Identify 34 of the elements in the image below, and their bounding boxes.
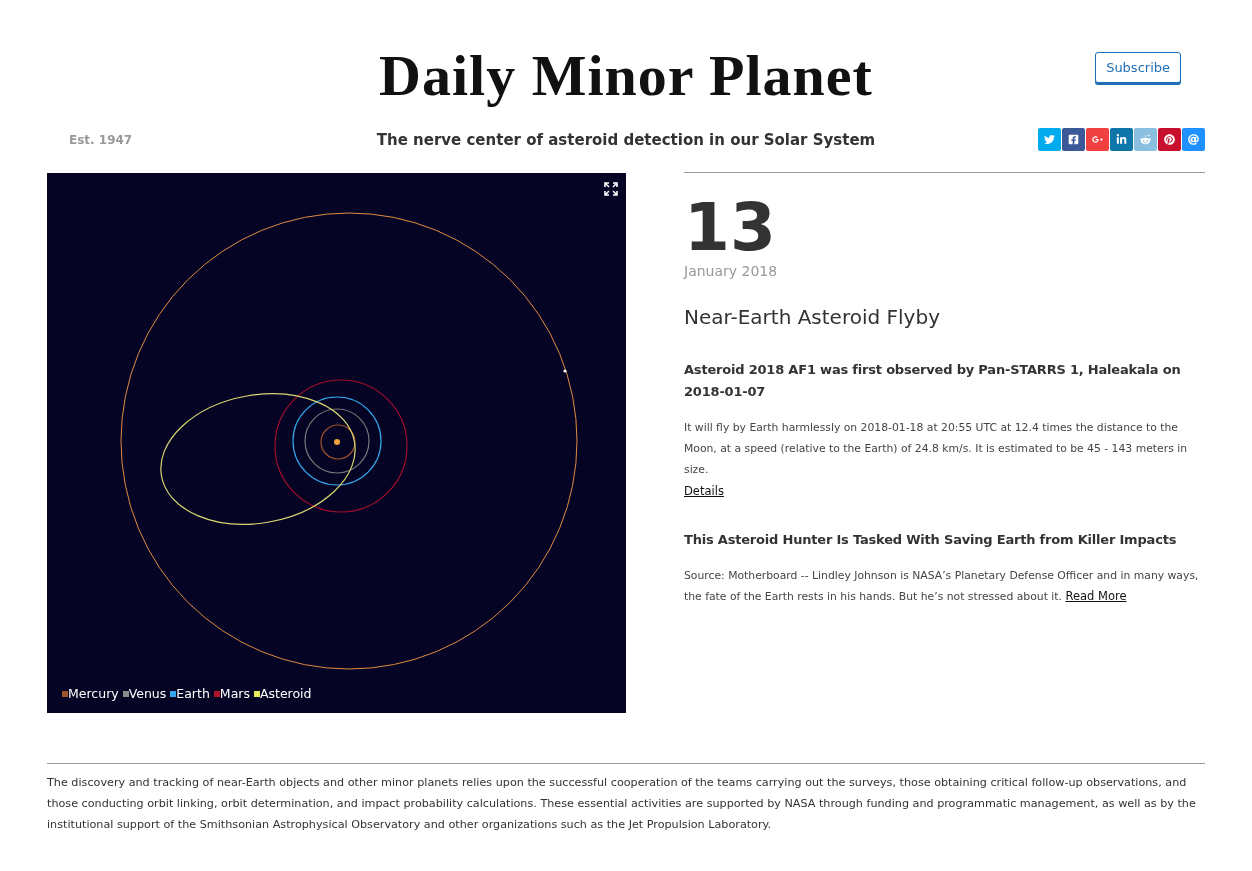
established-text: Est. 1947 [68,132,133,147]
share-button[interactable] [1182,128,1205,151]
date-month: January 2018 [684,263,779,279]
fullscreen-icon[interactable] [604,182,618,196]
date-day: 13 [684,193,1205,263]
article-headline: Asteroid 2018 AF1 was first observed by Pan-STARRS 1, Haleakala on 2018-01-07 [684,361,1182,401]
tagline: The nerve center of asteroid detection in our Solar System [376,130,876,149]
share-button[interactable] [1110,128,1133,151]
article-text: It will fly by Earth harmlessly on 2018-01-18 at 20:55 UTC at 12.4 times the distance to the Moon, at a speed (relative to the Earth) of 24.8 km/s. It is estimated to be 45 - 143 meters in size. [684,420,1189,478]
legend-label: Mercury [68,686,119,701]
details-link[interactable]: Details [684,484,724,498]
share-button[interactable] [1086,128,1109,151]
legend-label: Mars [219,686,250,701]
site-title: Daily Minor Planet [379,42,873,110]
at-sign-icon [1188,134,1199,145]
legend-label: Earth [176,686,210,701]
subscribe-button[interactable]: Subscribe [1095,51,1181,83]
letter-in-icon [1116,134,1127,145]
bird-icon [1044,134,1055,145]
legend-label: Asteroid [259,686,312,701]
read-more-link[interactable]: Read More [1065,589,1127,603]
share-button[interactable] [1158,128,1181,151]
article-headline: This Asteroid Hunter Is Tasked With Saving Earth from Killer Impacts [684,531,1178,549]
legend-label: Venus [128,686,167,701]
letter-p-icon [1164,134,1175,145]
sun-dot [334,439,340,445]
g-plus-icon [1092,134,1103,145]
letter-f-icon [1068,134,1079,145]
footer-text: The discovery and tracking of near-Earth objects and other minor planets relies upon the successful cooperation of the teams carrying out the surveys, those obtaining critical follow-up observations, and those conducting orbit linking, orbit determination, and impact probability calculations. These essential activities are supported by NASA through funding and programmatic management, as well as by the institutional support of the Smithsonian Astrophysical Observatory and other organizations such as the Jet Propulsion Laboratory. [47,775,1197,833]
planet-dot [563,369,567,373]
alien-icon [1140,134,1151,145]
section-title: Near-Earth Asteroid Flyby [684,305,941,329]
article-text: Source: Motherboard -- Lindley Johnson is NASA’s Planetary Defense Officer and in many ways, the fate of the Earth rests in his hands. But he’s not stressed about it. Read More [684,568,1200,605]
share-button[interactable] [1062,128,1085,151]
